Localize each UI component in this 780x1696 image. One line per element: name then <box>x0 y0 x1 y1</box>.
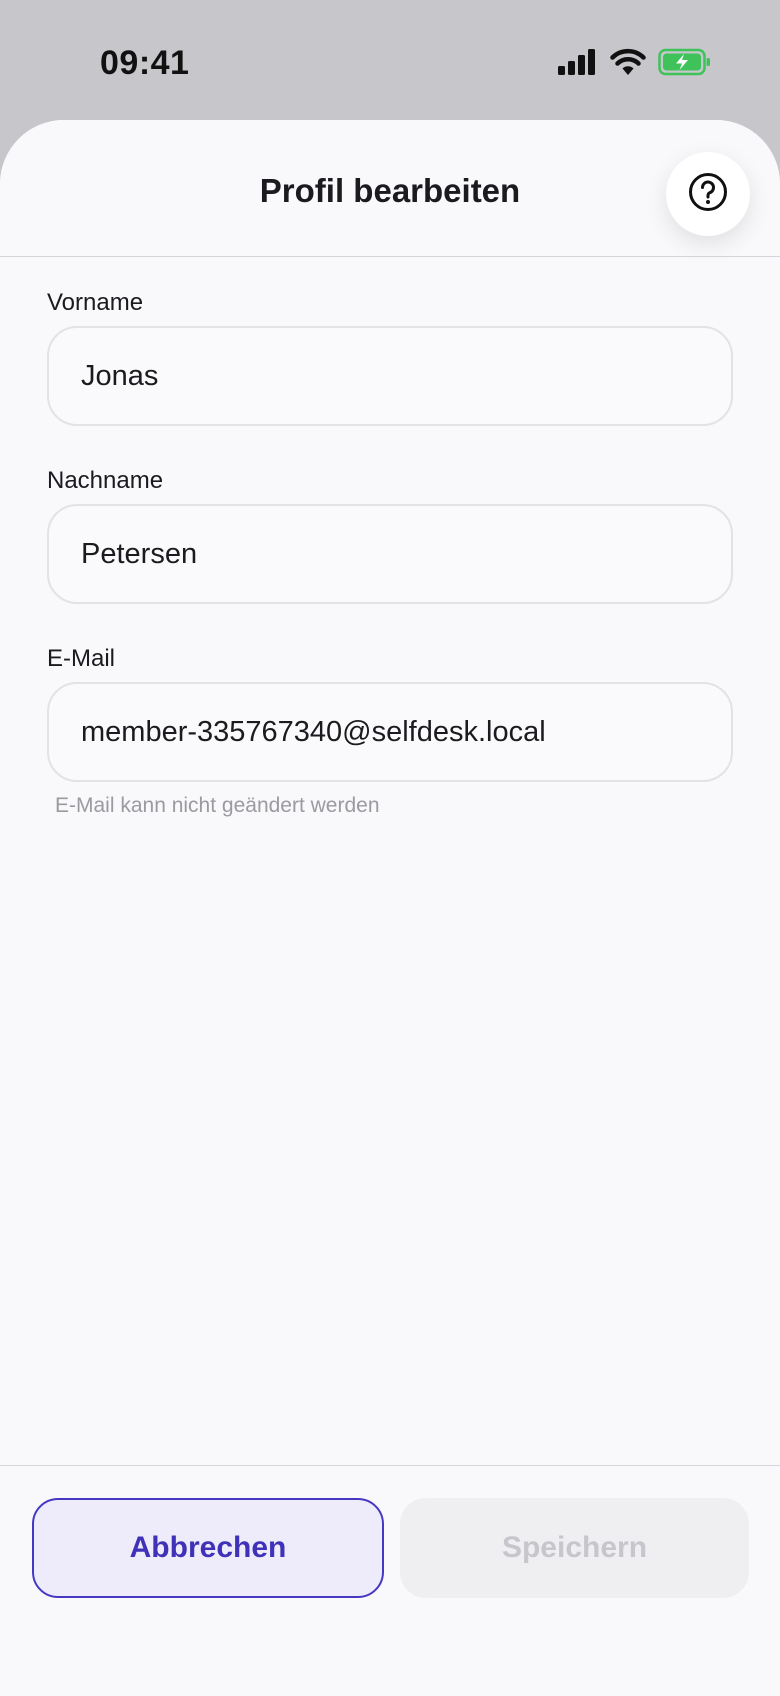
email-label: E-Mail <box>47 645 116 672</box>
cellular-signal-icon <box>558 48 598 80</box>
profile-form: Vorname Jonas Nachname Petersen E-Mail m… <box>47 288 733 818</box>
wifi-icon <box>610 48 646 81</box>
last-name-label: Nachname <box>47 467 164 494</box>
status-time: 09:41 <box>100 44 190 82</box>
action-footer: Abbrechen Speichern <box>0 1465 780 1696</box>
last-name-input[interactable]: Petersen <box>47 504 733 604</box>
last-name-field-group: Nachname Petersen <box>47 466 733 604</box>
page-title: Profil bearbeiten <box>259 172 521 209</box>
sheet-header: Profil bearbeiten <box>0 120 780 257</box>
email-field-group: E-Mail member-335767340@selfdesk.local E… <box>47 644 733 818</box>
battery-charging-icon <box>658 48 712 81</box>
cancel-button[interactable]: Abbrechen <box>32 1498 384 1598</box>
edit-profile-sheet: Profil bearbeiten Vorname Jonas Nachname… <box>0 120 780 1696</box>
question-circle-icon <box>687 171 729 218</box>
help-button[interactable] <box>666 152 750 236</box>
status-bar: 09:41 <box>0 0 780 120</box>
save-button[interactable]: Speichern <box>400 1498 749 1598</box>
email-input[interactable]: member-335767340@selfdesk.local <box>47 682 733 782</box>
first-name-field-group: Vorname Jonas <box>47 288 733 426</box>
email-hint: E-Mail kann nicht geändert werden <box>55 794 380 817</box>
first-name-input[interactable]: Jonas <box>47 326 733 426</box>
first-name-label: Vorname <box>47 289 144 316</box>
status-icons <box>558 48 712 80</box>
